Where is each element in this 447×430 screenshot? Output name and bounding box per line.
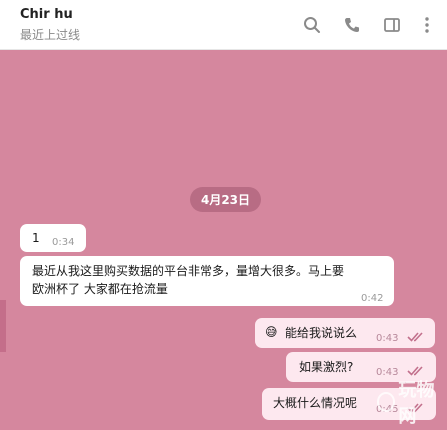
date-separator: 4月23日 [190,187,261,212]
message-text: 大概什么情况呢 [273,396,358,410]
emoji-sweat-smile: 😅 [265,325,278,339]
incoming-message[interactable]: 最近从我这里购买数据的平台非常多，量增大很多。马上要 欧洲杯了 大家都在抢流量 … [20,256,394,306]
search-icon[interactable] [300,13,324,37]
message-time: 0:34 [52,237,75,248]
contact-name[interactable]: Chir hu [20,7,73,22]
message-text-line-1: 最近从我这里购买数据的平台非常多，量增大很多。马上要 [32,264,345,278]
watermark-logo-icon [377,392,396,412]
message-text: 1 [32,231,40,245]
phone-icon[interactable] [340,13,364,37]
chat-area[interactable]: 4月23日 1 0:34 最近从我这里购买数据的平台非常多，量增大很多。马上要 … [0,50,447,430]
sidebar-toggle-icon[interactable] [380,13,404,37]
outgoing-message[interactable]: 😅 能给我说说么 0:43 [255,318,435,348]
contact-status: 最近上过线 [20,28,81,42]
incoming-message[interactable]: 1 0:34 [20,224,86,252]
message-text-line-2: 欧洲杯了 大家都在抢流量 [32,282,168,296]
chat-header: Chir hu 最近上过线 [0,0,447,50]
double-check-icon [407,329,427,347]
watermark-text: 玩物网 [398,380,435,427]
message-time: 0:42 [361,293,384,304]
site-watermark: 玩物网 [377,380,447,427]
message-text: 能给我说说么 [285,326,358,340]
left-edge-strip [0,300,6,352]
message-time: 0:43 [376,333,399,344]
message-text: 如果激烈? [299,360,354,374]
more-vertical-icon[interactable] [415,13,439,37]
